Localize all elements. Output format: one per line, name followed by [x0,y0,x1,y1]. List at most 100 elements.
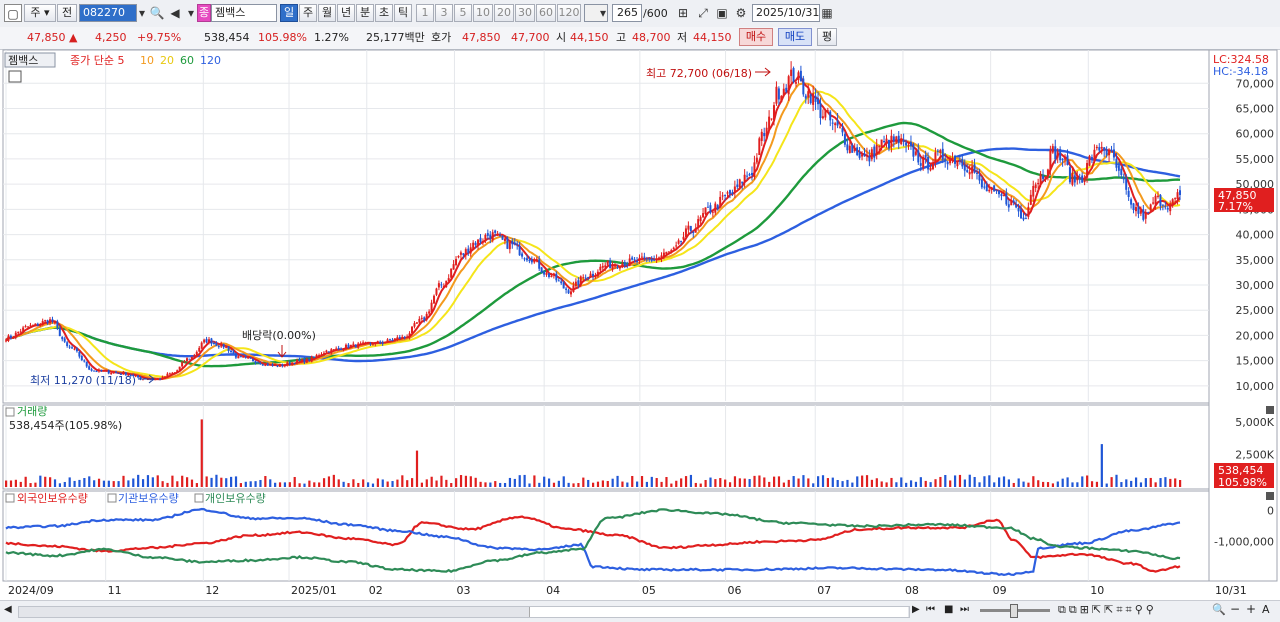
stock-code-input[interactable]: 082270 [79,4,137,22]
chart-area[interactable]: 70,00065,00060,00055,00050,00045,00040,0… [0,49,1280,602]
prev-button[interactable]: 전 [57,4,77,22]
legend-foreign[interactable]: 외국인보유수량 [17,492,88,505]
candle-body [1134,207,1137,212]
candle-body [809,94,812,104]
interval-30[interactable]: 30 [515,4,535,22]
candle-body [249,357,252,359]
candle-body [535,258,538,261]
gear-icon[interactable]: ⚙ [732,4,750,22]
candle-body [435,288,438,295]
zoom-in-icon[interactable]: + [1246,602,1256,616]
stock-chart[interactable]: 70,00065,00060,00055,00050,00045,00040,0… [0,49,1280,602]
interval-60[interactable]: 60 [536,4,556,22]
volume-bar [259,479,262,487]
search-icon[interactable]: 🔍 [148,4,166,22]
legend-ma10[interactable]: 10 [140,54,154,67]
volume-bar [269,479,272,487]
candle-body [310,356,313,362]
stop-icon[interactable]: ■ [944,604,953,615]
dropdown-arrow-icon[interactable]: ▾ [594,4,612,22]
candle-body [66,342,69,347]
window-menu-icon[interactable]: ▢ [4,4,22,22]
interval-120[interactable]: 120 [557,4,581,22]
volume-panel[interactable] [2,404,1210,490]
candle-body [36,323,39,326]
grid-toggle-icon[interactable] [8,70,22,83]
legend-individual[interactable]: 개인보유수량 [205,492,266,505]
fast-forward-icon[interactable]: ⏭ [960,604,969,615]
price-panel[interactable] [2,49,1210,404]
zoom-out-icon[interactable]: − [1230,602,1240,616]
period-year[interactable]: 년 [337,4,355,22]
candle-body [254,360,257,363]
candle-body [88,366,91,370]
count-input[interactable]: 265 [612,4,642,22]
holdings-panel-icon[interactable] [5,493,15,503]
candle-body [335,348,338,350]
candle-body [386,339,389,343]
interval-5[interactable]: 5 [454,4,472,22]
legend-ma5[interactable]: 종가 단순 5 [70,54,124,67]
volume-bar [1115,474,1118,487]
sell-button[interactable]: 매도 [778,28,812,46]
zoom-slider-handle[interactable] [1010,604,1018,618]
high-price: 48,700 [632,31,671,44]
legend-ma20[interactable]: 20 [160,54,174,67]
scrollbar-track[interactable] [18,606,910,618]
volume-bar [83,478,86,487]
volume-bar [768,481,771,487]
volume-panel-close-icon[interactable] [1266,406,1274,414]
scroll-right-icon[interactable]: ▶ [912,604,920,615]
save-icon[interactable]: ▣ [713,4,731,22]
candle-body [1125,178,1128,190]
legend-institution[interactable]: 기관보유수량 [118,492,179,505]
date-input[interactable]: 2025/10/31 [752,4,820,22]
holdings-panel-close-icon[interactable] [1266,492,1274,500]
candle-body [29,325,32,327]
legend-ma120[interactable]: 120 [200,54,221,67]
zoom-slider[interactable] [980,604,1050,618]
interval-3[interactable]: 3 [435,4,453,22]
volume-bar [406,480,409,487]
crosshair-icon[interactable]: ⤢ [694,4,712,22]
candle-body [161,376,164,380]
market-select[interactable]: 주 ▾ [24,4,56,22]
candle-body [455,258,458,266]
volume-panel-icon[interactable] [5,407,15,417]
search-zoom-icon[interactable]: 🔍 [1212,603,1226,616]
candle-body [403,336,406,338]
volume-bar [122,475,125,487]
candle-body [885,138,888,144]
dividend-annotation: 배당락(0.00%) [242,329,316,342]
rewind-icon[interactable]: ⏮ [926,604,935,615]
chart-type-icon[interactable]: ⊞ [674,4,692,22]
candle-body [1090,157,1093,160]
period-tick[interactable]: 틱 [394,4,412,22]
interval-10[interactable]: 10 [473,4,493,22]
candle-body [658,257,661,260]
candle-body [9,335,12,338]
period-second[interactable]: 초 [375,4,393,22]
calendar-icon[interactable]: ▦ [818,4,836,22]
evaluation-button[interactable]: 평 [817,28,837,46]
volume-bar [826,478,829,487]
period-week[interactable]: 주 [299,4,317,22]
legend-ma60[interactable]: 60 [180,54,194,67]
candle-body [978,174,981,181]
stock-group-badge[interactable]: 종 [197,4,211,22]
stock-name-field[interactable]: 젬백스 [211,4,277,22]
period-month[interactable]: 월 [318,4,336,22]
interval-20[interactable]: 20 [494,4,514,22]
candle-body [980,179,983,188]
period-day[interactable]: 일 [280,4,298,22]
scroll-left-icon[interactable]: ◀ [4,604,16,618]
interval-1[interactable]: 1 [416,4,434,22]
period-minute[interactable]: 분 [356,4,374,22]
volume-bar [733,476,737,487]
candle-body [839,126,842,128]
buy-button[interactable]: 매수 [739,28,773,46]
scrollbar-thumb[interactable] [529,607,908,617]
font-size-icon[interactable]: A [1262,603,1270,616]
volume-bar [660,481,663,487]
draw-tools-icons[interactable]: ⧉⧉⊞⇱⇱⌗⌗⚲⚲ [1058,603,1157,617]
